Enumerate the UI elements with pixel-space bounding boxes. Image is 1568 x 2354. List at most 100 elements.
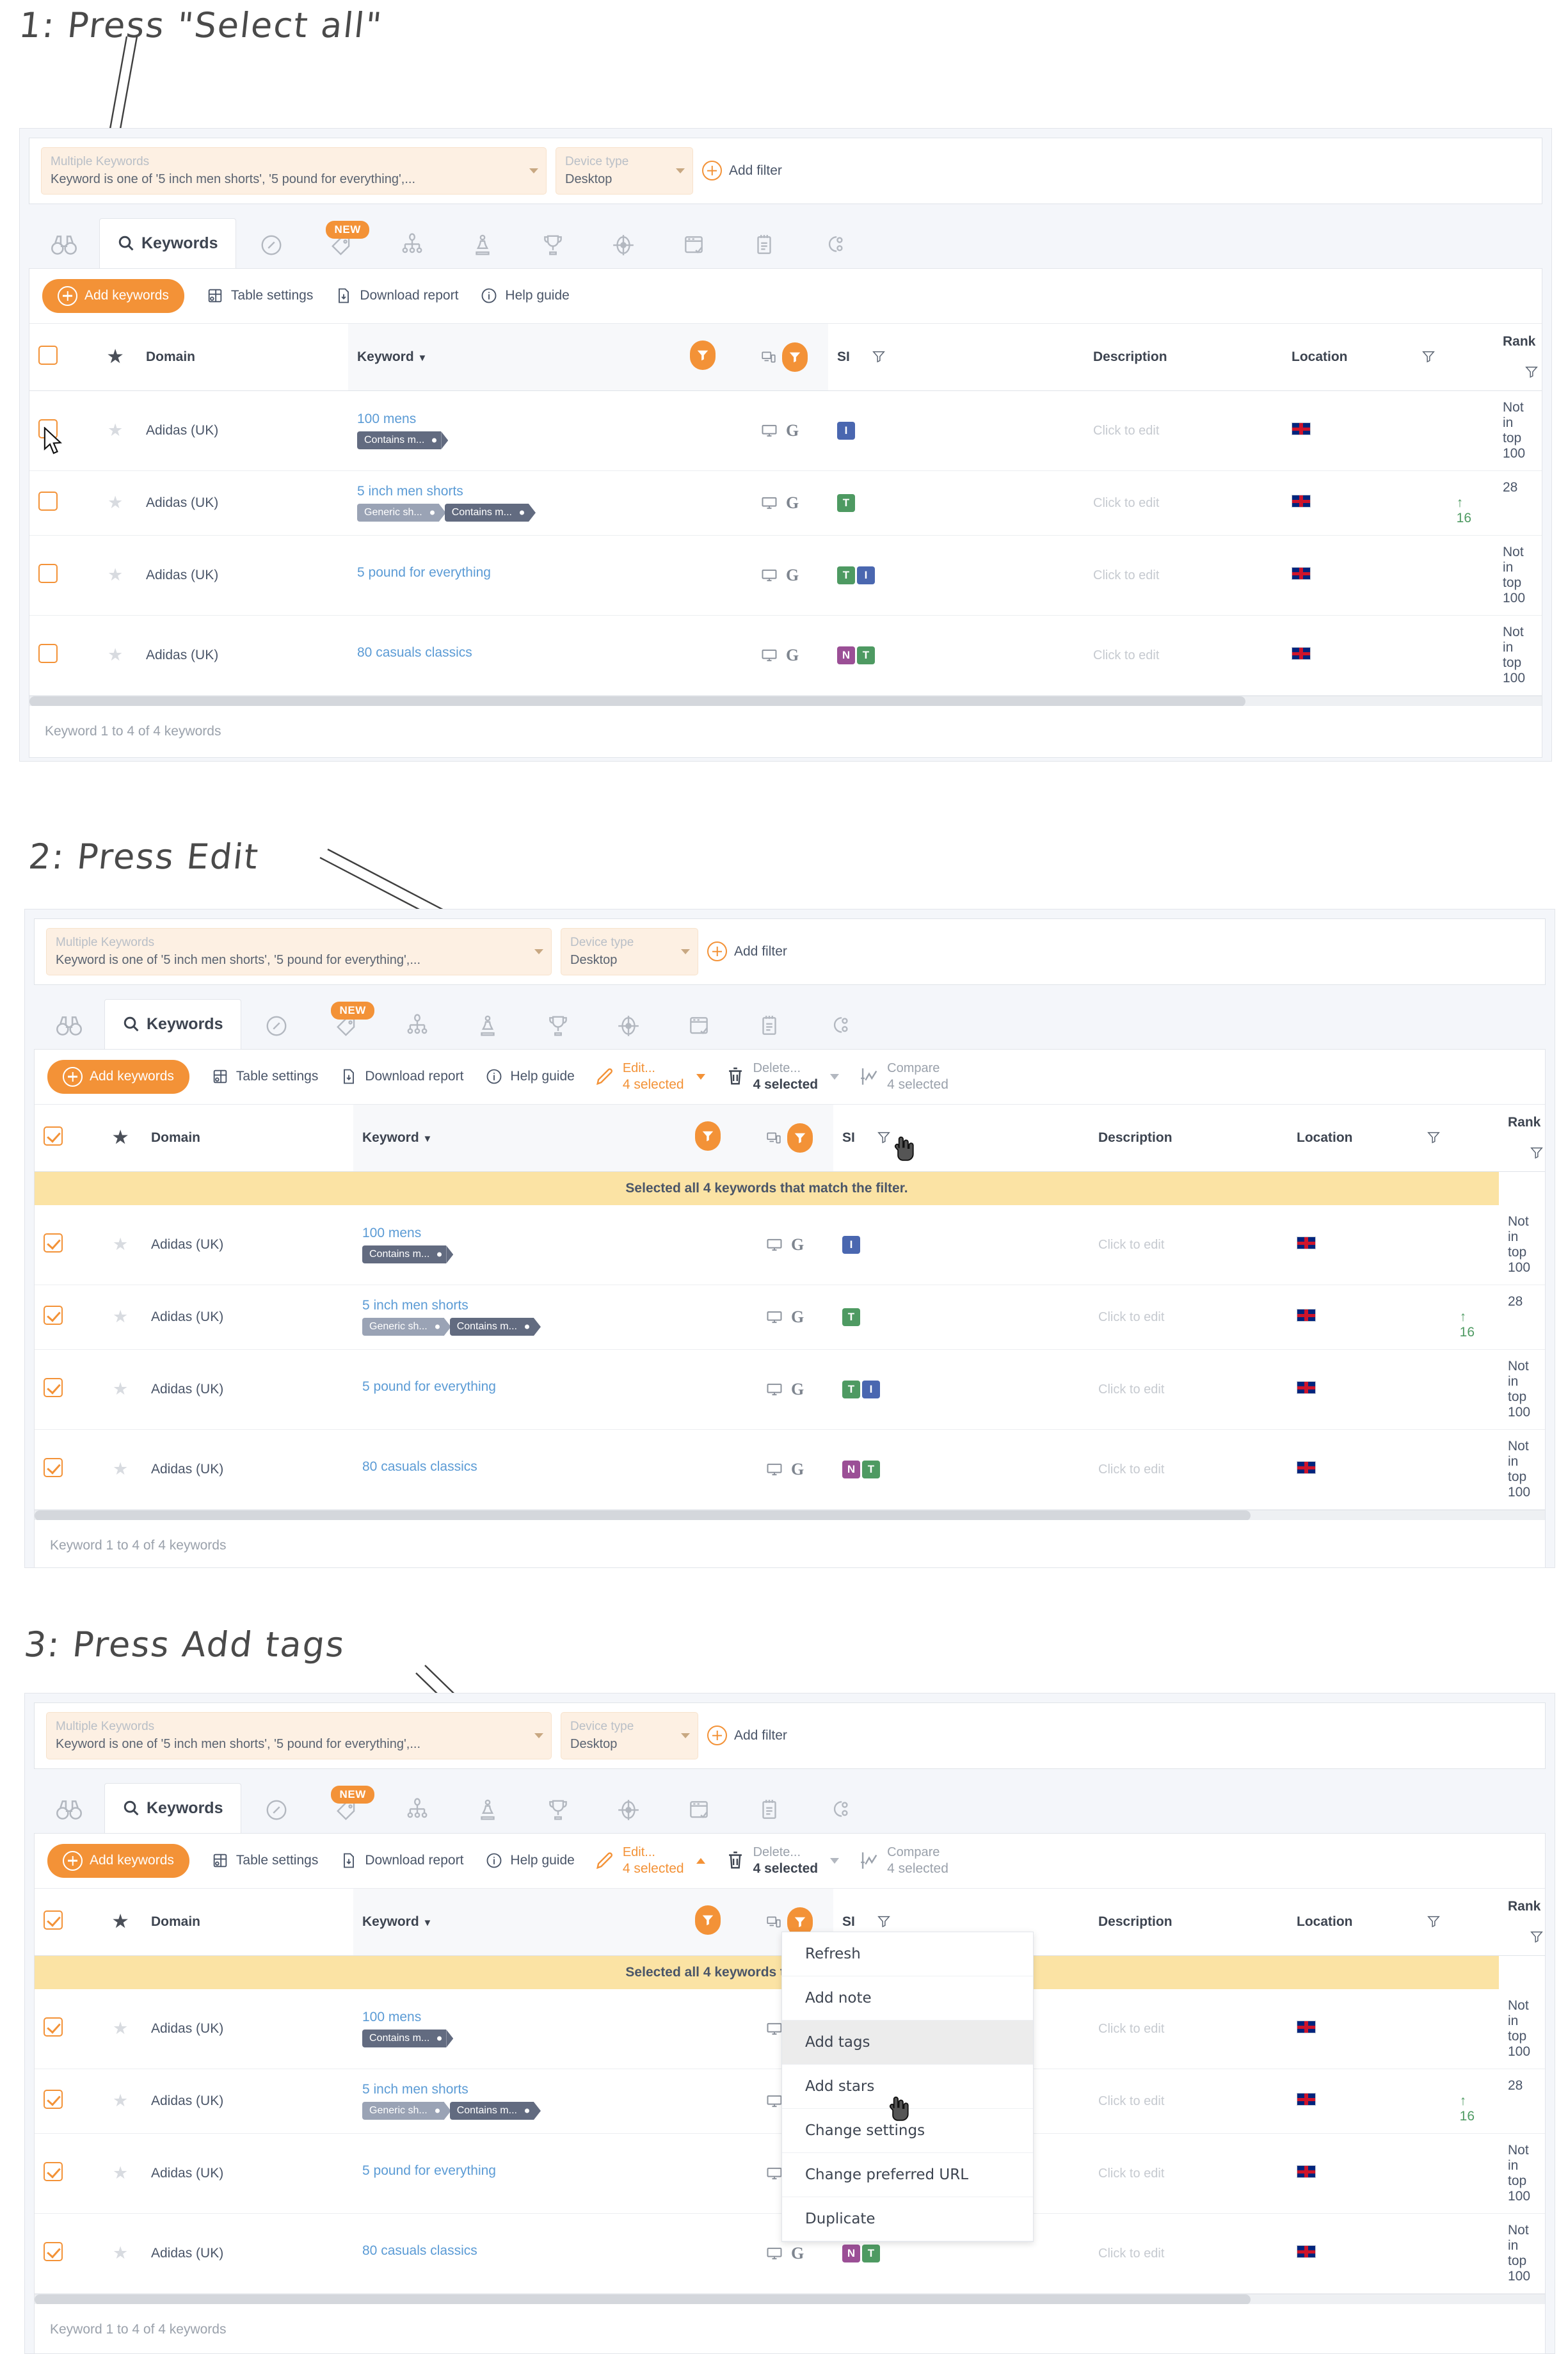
column-domain[interactable]: Domain <box>142 1887 353 1956</box>
keyword-link[interactable]: 100 mens <box>362 2010 748 2025</box>
star-icon[interactable]: ★ <box>113 1307 128 1326</box>
compare-selected-button[interactable]: Compare 4 selected <box>858 1061 948 1093</box>
table-row[interactable]: ★ Adidas (UK) 5 inch men shorts Generic sh.… <box>35 1285 1545 1350</box>
tab-notepad[interactable] <box>734 1787 804 1833</box>
download-report-button[interactable]: Download report <box>340 1068 463 1085</box>
add-keywords-button[interactable]: Add keywords <box>47 1843 189 1878</box>
add-filter-button[interactable]: Add filter <box>702 161 782 181</box>
column-rank[interactable]: Rank +/- <box>1494 323 1542 391</box>
column-si[interactable]: SI <box>828 323 1084 391</box>
tab-browser-check[interactable] <box>659 222 729 268</box>
cell-description[interactable]: Click to edit <box>1089 1429 1288 1510</box>
row-star-cell[interactable]: ★ <box>104 1205 142 1285</box>
tab-binoculars[interactable] <box>29 222 99 268</box>
cell-description[interactable]: Click to edit <box>1084 535 1283 616</box>
tab-chess-pawn[interactable] <box>447 222 518 268</box>
keyword-tag[interactable]: Generic sh... <box>357 504 439 522</box>
row-checkbox[interactable] <box>44 2089 63 2109</box>
star-icon[interactable]: ★ <box>108 493 123 512</box>
keyword-link[interactable]: 5 pound for everything <box>362 2163 748 2179</box>
column-location[interactable]: Location <box>1288 1103 1499 1172</box>
row-select-cell[interactable] <box>35 2213 104 2294</box>
row-checkbox[interactable] <box>44 1305 63 1325</box>
device-filter-chip[interactable]: Device type Desktop <box>561 928 698 975</box>
keyword-filter-pill-header[interactable] <box>686 1103 756 1172</box>
keyword-tag[interactable]: Contains m... <box>362 1245 447 1264</box>
column-domain[interactable]: Domain <box>137 323 348 391</box>
tab-notepad[interactable] <box>729 222 799 268</box>
keyword-link[interactable]: 100 mens <box>362 1226 748 1241</box>
star-header[interactable]: ★ <box>104 1887 142 1956</box>
star-icon[interactable]: ★ <box>108 565 123 584</box>
cell-description[interactable]: Click to edit <box>1089 1349 1288 1430</box>
column-description[interactable]: Description <box>1084 323 1283 391</box>
tab-settings[interactable] <box>799 222 870 268</box>
column-location[interactable]: Location <box>1283 323 1494 391</box>
star-header[interactable]: ★ <box>99 323 137 391</box>
keyword-tag[interactable]: Generic sh... <box>362 2102 444 2120</box>
row-checkbox[interactable] <box>44 1233 63 1253</box>
edit-selected-button[interactable]: Edit... 4 selected <box>594 1845 705 1877</box>
keyword-tag[interactable]: Contains m... <box>362 2030 447 2048</box>
cell-description[interactable]: Click to edit <box>1089 1205 1288 1285</box>
device-filter-chip[interactable]: Device type Desktop <box>556 147 693 195</box>
star-icon[interactable]: ★ <box>113 2019 128 2038</box>
keyword-link[interactable]: 5 inch men shorts <box>362 1298 748 1313</box>
keyword-tag[interactable]: Generic sh... <box>362 1318 444 1336</box>
chevron-down-icon[interactable] <box>696 1073 705 1080</box>
column-domain[interactable]: Domain <box>142 1103 353 1172</box>
keyword-filter-pill-header[interactable] <box>681 323 751 391</box>
row-select-cell[interactable] <box>29 470 99 536</box>
tab-settings[interactable] <box>804 1787 875 1833</box>
tab-notepad[interactable] <box>734 1003 804 1049</box>
tab-compass[interactable] <box>236 222 307 268</box>
tab-keywords[interactable]: Keywords <box>104 998 242 1049</box>
column-keyword[interactable]: Keyword ▼ <box>348 323 681 391</box>
device-column-header[interactable] <box>756 1103 833 1172</box>
row-star-cell[interactable]: ★ <box>104 1429 142 1510</box>
table-row[interactable]: ★ Adidas (UK) 80 casuals classics G N T Click … <box>29 615 1542 696</box>
row-star-cell[interactable]: ★ <box>104 2069 142 2134</box>
row-star-cell[interactable]: ★ <box>104 1349 142 1430</box>
row-star-cell[interactable]: ★ <box>104 1989 142 2069</box>
compare-selected-button[interactable]: Compare 4 selected <box>858 1845 948 1877</box>
keyword-tag[interactable]: Contains m... <box>449 1318 534 1336</box>
select-all-checkbox[interactable] <box>44 1126 63 1146</box>
row-select-cell[interactable] <box>35 1989 104 2069</box>
add-filter-button[interactable]: Add filter <box>707 1725 787 1746</box>
star-icon[interactable]: ★ <box>113 2243 128 2262</box>
keyword-link[interactable]: 5 inch men shorts <box>362 2082 748 2097</box>
tab-browser-check[interactable] <box>664 1787 734 1833</box>
row-select-cell[interactable] <box>35 1205 104 1285</box>
column-si[interactable]: SI <box>833 1103 1089 1172</box>
keyword-link[interactable]: 80 casuals classics <box>357 645 742 661</box>
row-select-cell[interactable] <box>35 2069 104 2134</box>
row-select-cell[interactable] <box>35 1349 104 1430</box>
chevron-up-icon[interactable] <box>696 1857 705 1864</box>
chevron-down-icon[interactable] <box>830 1857 840 1864</box>
column-description[interactable]: Description <box>1089 1887 1288 1956</box>
star-icon[interactable]: ★ <box>108 420 123 440</box>
delete-selected-button[interactable]: Delete... 4 selected <box>724 1061 840 1093</box>
row-star-cell[interactable]: ★ <box>104 1285 142 1350</box>
row-star-cell[interactable]: ★ <box>104 2213 142 2294</box>
table-row[interactable]: ★Adidas (UK)5 pound for everythingGTICli… <box>29 535 1542 616</box>
cell-description[interactable]: Click to edit <box>1084 390 1283 471</box>
select-all-header[interactable] <box>29 323 99 391</box>
row-select-cell[interactable] <box>35 1285 104 1350</box>
cell-description[interactable]: Click to edit <box>1089 2133 1288 2214</box>
dropdown-item-add-note[interactable]: Add note <box>782 1976 1033 2021</box>
cell-description[interactable]: Click to edit <box>1084 615 1283 696</box>
tab-sitemap[interactable] <box>382 1003 452 1049</box>
select-all-header[interactable] <box>35 1103 104 1172</box>
select-all-checkbox[interactable] <box>44 1910 63 1930</box>
dropdown-item-change-preferred-url[interactable]: Change preferred URL <box>782 2153 1033 2197</box>
row-select-cell[interactable] <box>29 615 99 696</box>
help-guide-button[interactable]: Help guide <box>485 1068 575 1085</box>
download-report-button[interactable]: Download report <box>340 1852 463 1870</box>
device-column-header[interactable] <box>751 323 828 391</box>
table-row[interactable]: ★Adidas (UK)5 pound for everythingGTICli… <box>35 1349 1545 1430</box>
column-rank[interactable]: Rank +/- <box>1499 1887 1545 1956</box>
download-report-button[interactable]: Download report <box>335 287 458 305</box>
star-icon[interactable]: ★ <box>113 2163 128 2182</box>
